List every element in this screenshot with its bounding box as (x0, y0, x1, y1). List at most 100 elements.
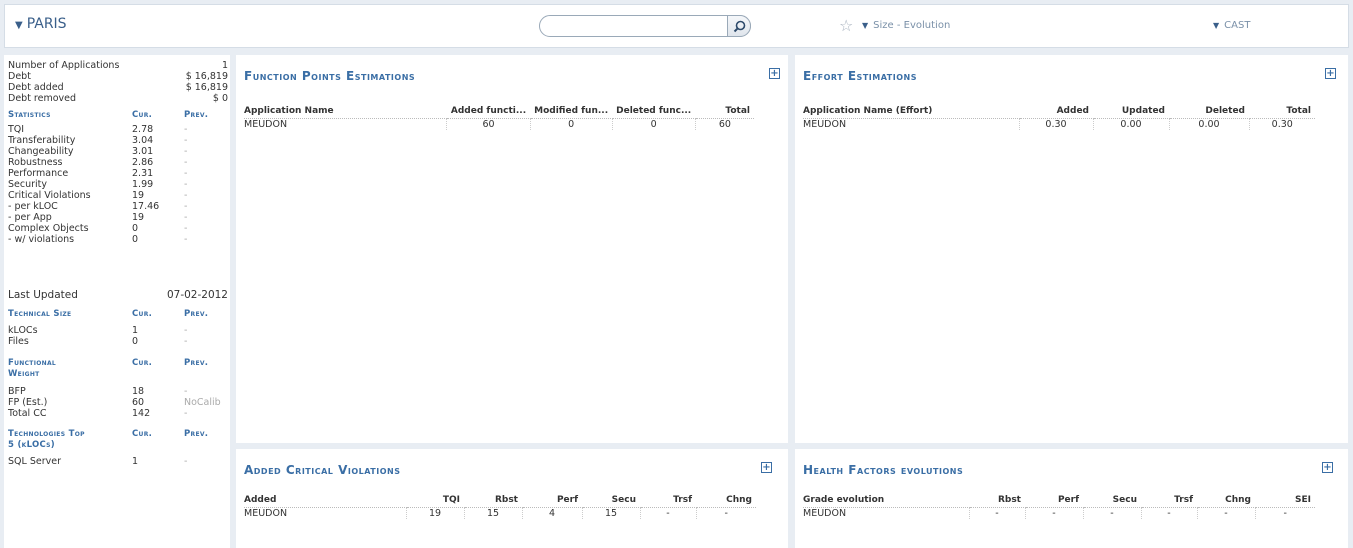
metric-cur: 3.01 (132, 146, 154, 157)
column-header[interactable]: Rbst (464, 494, 522, 508)
metric-cur: 2.31 (132, 168, 154, 179)
column-header[interactable]: Application Name (Effort) (803, 105, 1019, 119)
statistics-header: Statistics Cur. Prev. (8, 110, 228, 122)
cast-dropdown[interactable]: ▼ CAST (1213, 20, 1250, 31)
table-cell: 15 (464, 507, 523, 519)
acv-table: Added TQI Rbst Perf Secu Trsf Chng MEUDON 19 15 4 1… (244, 494, 756, 519)
table-row[interactable]: MEUDON 60 0 0 60 (244, 118, 754, 130)
column-header[interactable]: Added (244, 494, 406, 508)
size-evolution-dropdown[interactable]: ▼ Size - Evolution (862, 20, 950, 31)
triangle-down-icon: ▼ (862, 21, 869, 30)
column-header[interactable]: Grade evolution (803, 494, 969, 508)
metric-label: Complex Objects (8, 223, 89, 234)
metric-label: FP (Est.) (8, 397, 48, 408)
expand-plus-icon[interactable]: + (769, 68, 780, 79)
metric-cur: 1 (132, 456, 139, 467)
metric-prev: - (184, 124, 188, 135)
technical-size-head: Technical Size (8, 309, 72, 319)
technologies-head-2: 5 (kLOCs) (8, 440, 55, 450)
metric-label: kLOCs (8, 325, 38, 336)
metric-label: Total CC (8, 408, 47, 419)
table-header-row: Grade evolution Rbst Perf Secu Trsf Chng SEI (803, 494, 1315, 508)
debt-removed-label: Debt removed (8, 93, 77, 104)
technical-size-header: Technical Size Cur. Prev. (8, 309, 228, 321)
column-header[interactable]: SEI (1255, 494, 1315, 508)
triangle-down-icon: ▼ (15, 20, 23, 31)
metric-prev: - (184, 190, 188, 201)
column-header[interactable]: Trsf (1141, 494, 1197, 508)
panel-title: Effort Estimations (803, 69, 917, 83)
column-header[interactable]: Trsf (640, 494, 696, 508)
column-header[interactable]: Secu (1083, 494, 1141, 508)
panel-title: Added Critical Violations (244, 463, 401, 477)
summary-sidebar: Number of Applications 1 Debt $ 16,819 Deb… (4, 55, 230, 548)
statistics-head: Statistics (8, 110, 51, 120)
metric-prev: - (184, 223, 188, 234)
portfolio-title[interactable]: ▼ PARIS (15, 16, 67, 32)
prev-head: Prev. (184, 429, 209, 439)
functional-weight-head-2: Weight (8, 369, 40, 379)
table-row[interactable]: MEUDON - - - - - - (803, 507, 1315, 519)
column-header[interactable]: TQI (406, 494, 464, 508)
added-critical-violations-panel: Added Critical Violations + Added TQI Rbst… (236, 449, 788, 548)
column-header[interactable]: Chng (696, 494, 756, 508)
fp-table: Application Name Added functi... Modified … (244, 105, 754, 130)
metric-row: SQL Server 1 - (8, 456, 228, 468)
metric-prev: - (184, 456, 188, 467)
search-button[interactable] (727, 15, 751, 37)
debt-removed-value: $ 0 (212, 93, 228, 104)
column-header[interactable]: Added (1019, 105, 1093, 119)
column-header[interactable]: Updated (1093, 105, 1169, 119)
metric-label: Robustness (8, 157, 63, 168)
metric-cur: 0 (132, 234, 139, 245)
column-header[interactable]: Chng (1197, 494, 1255, 508)
prev-head: Prev. (184, 110, 209, 120)
technologies-head: Technologies Top (8, 429, 85, 439)
table-cell: 19 (406, 507, 465, 519)
cur-head: Cur. (132, 429, 153, 439)
search-input[interactable] (550, 17, 730, 35)
table-cell: MEUDON (803, 118, 1020, 130)
metric-cur: 60 (132, 397, 145, 408)
metric-cur: 19 (132, 212, 145, 223)
column-header[interactable]: Rbst (969, 494, 1025, 508)
cur-head: Cur. (132, 110, 153, 120)
metric-label: - per kLOC (8, 201, 58, 212)
metric-cur: 142 (132, 408, 151, 419)
column-header[interactable]: Perf (522, 494, 582, 508)
column-header[interactable]: Application Name (244, 105, 447, 119)
num-apps-value: 1 (221, 60, 228, 71)
cur-head: Cur. (132, 309, 153, 319)
panel-title: Function Points Estimations (244, 69, 416, 83)
debt-added-label: Debt added (8, 82, 64, 93)
column-header[interactable]: Deleted (1169, 105, 1249, 119)
expand-plus-icon[interactable]: + (761, 462, 772, 473)
column-header[interactable]: Added functi... (446, 105, 531, 119)
metric-row: - w/ violations 0 - (8, 234, 228, 246)
table-row[interactable]: MEUDON 0.30 0.00 0.00 0.30 (803, 118, 1315, 130)
last-updated-row: Last Updated 07-02-2012 (8, 289, 228, 301)
table-cell: 60 (718, 118, 731, 130)
column-header[interactable]: Perf (1025, 494, 1083, 508)
metric-cur: 19 (132, 190, 145, 201)
table-cell: - (1083, 507, 1142, 519)
column-header[interactable]: Modified fun... (530, 105, 613, 119)
favorite-star-icon[interactable]: ☆ (839, 16, 853, 35)
prev-head: Prev. (184, 358, 209, 368)
table-cell: - (724, 507, 728, 519)
expand-plus-icon[interactable]: + (1322, 462, 1333, 473)
table-row[interactable]: MEUDON 19 15 4 15- - (244, 507, 756, 519)
metric-cur: 3.04 (132, 135, 154, 146)
metric-label: TQI (8, 124, 25, 135)
expand-plus-icon[interactable]: + (1325, 68, 1336, 79)
panel-title: Health Factors evolutions (803, 463, 964, 477)
table-cell: MEUDON (244, 507, 407, 519)
metric-prev: - (184, 408, 188, 419)
column-header[interactable]: Secu (582, 494, 640, 508)
column-header[interactable]: Deleted func... (612, 105, 696, 119)
metric-prev: - (184, 135, 188, 146)
table-cell: 60 (446, 118, 531, 130)
table-header-row: Added TQI Rbst Perf Secu Trsf Chng (244, 494, 756, 508)
column-header[interactable]: Total (1249, 105, 1315, 119)
column-header[interactable]: Total (695, 105, 754, 119)
